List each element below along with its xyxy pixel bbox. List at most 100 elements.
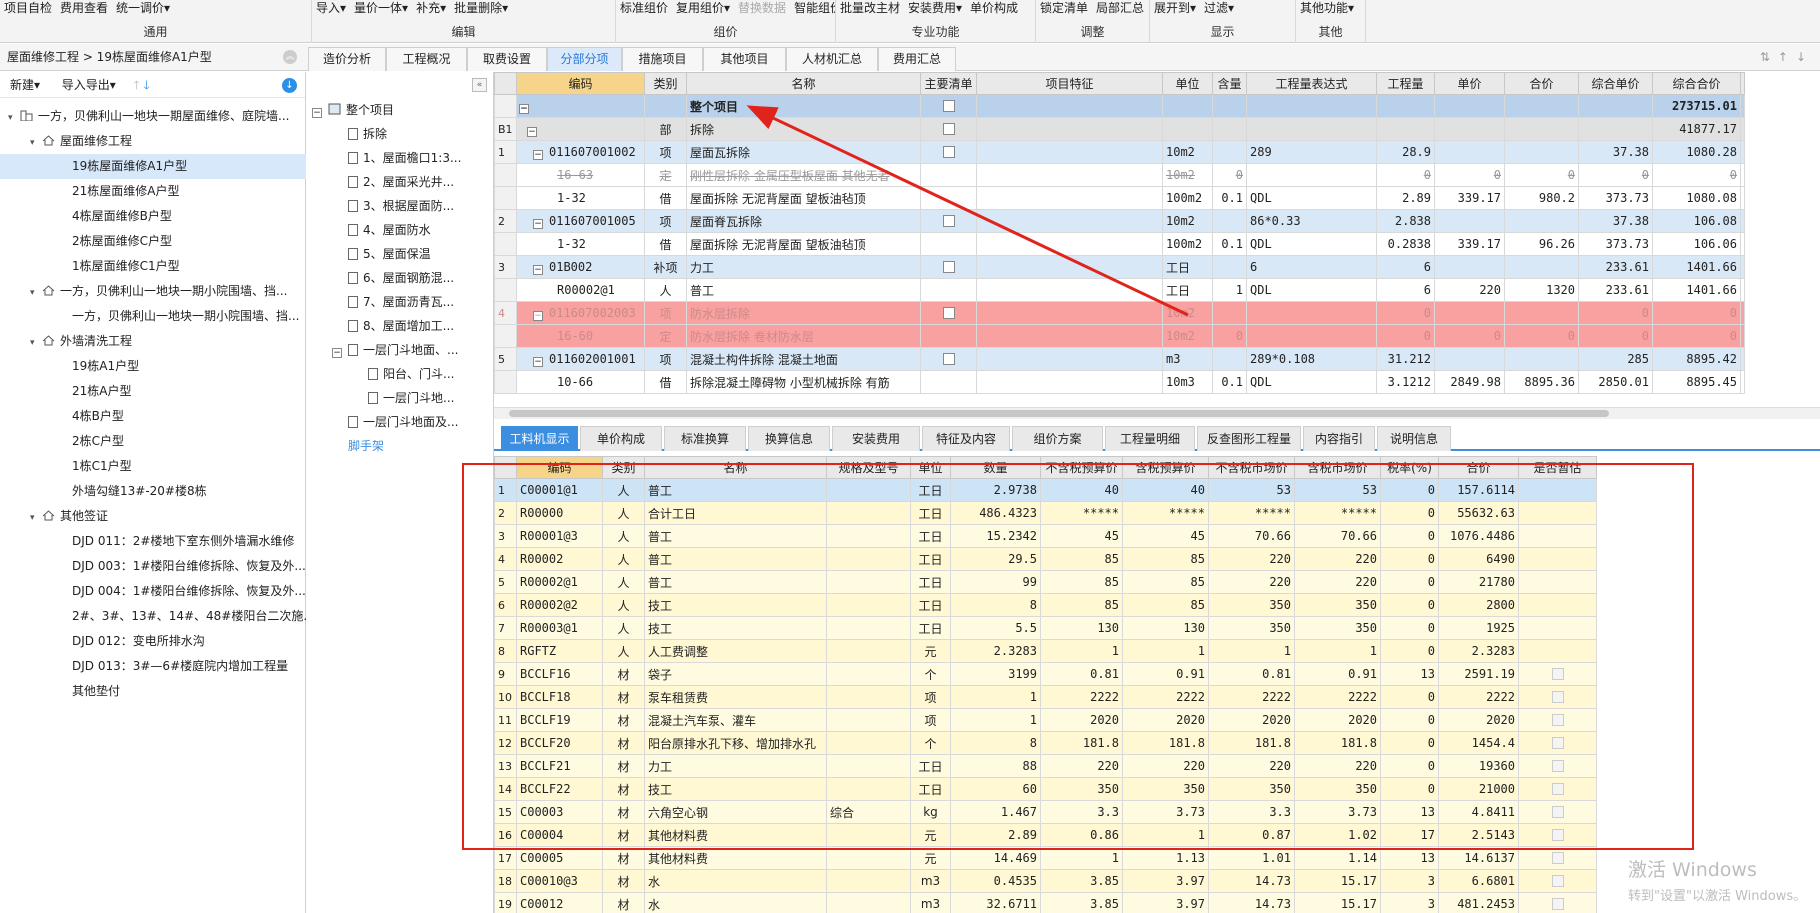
grid-cell[interactable]: 32.6711 — [950, 892, 1041, 913]
grid-cell[interactable]: 1 — [1040, 639, 1123, 663]
material-row[interactable]: 4 R00002 人普工 工日 29.5 85 85 220 220 0 6490 — [494, 547, 1597, 571]
grid-cell[interactable]: C00004 — [516, 823, 603, 847]
material-row[interactable]: 3 R00001@3 人普工 工日 15.2342 45 45 70.66 70.66 0 1076… — [494, 524, 1597, 548]
grid-cell[interactable]: R00002 — [516, 547, 603, 571]
grid-cell[interactable]: 0 — [1380, 478, 1439, 502]
grid-cell[interactable]: 3 — [1380, 892, 1439, 913]
grid-cell[interactable]: 材 — [602, 708, 645, 732]
estimate-checkbox[interactable] — [1551, 737, 1564, 749]
grid-cell[interactable]: 55632.63 — [1438, 501, 1519, 525]
expand-toggle-icon[interactable]: ▾ — [30, 506, 42, 529]
expand-toggle-icon[interactable]: ▾ — [30, 331, 42, 354]
grid-cell[interactable]: 工日 — [910, 501, 951, 525]
grid-cell[interactable]: 86*0.33 — [1246, 209, 1377, 233]
grid-cell[interactable]: 0 — [1380, 616, 1439, 640]
grid-cell[interactable]: 181.8 — [1208, 731, 1295, 755]
grid-cell[interactable]: 混凝土汽车泵、灌车 — [644, 708, 827, 732]
grid-cell[interactable] — [1518, 892, 1597, 913]
move-up-icon[interactable]: ↑ — [1778, 50, 1796, 64]
bill-row[interactable]: 16-63定刚性层拆除 金属压型板屋面 其他无者10m2000000建 — [494, 163, 1745, 187]
grid-cell[interactable]: 220 — [1208, 754, 1295, 778]
grid-cell[interactable]: 材 — [602, 754, 645, 778]
grid-cell[interactable] — [1376, 117, 1435, 141]
project-tree-item[interactable]: DJD 004：1#楼阳台维修拆除、恢复及外... — [0, 579, 306, 604]
grid-cell[interactable]: 元 — [910, 823, 951, 847]
grid-cell[interactable]: 2020 — [1040, 708, 1123, 732]
grid-cell[interactable]: R00002@2 — [516, 593, 603, 617]
grid-cell[interactable] — [644, 94, 687, 118]
grid-cell[interactable]: 2222 — [1438, 685, 1519, 709]
grid-cell[interactable]: 220 — [1434, 278, 1505, 302]
material-row[interactable]: 17 C00005 材其他材料费 元 14.469 1 1.13 1.01 1.14 13 14.6… — [494, 846, 1597, 870]
grid-cell[interactable]: 96.26 — [1504, 232, 1579, 256]
expand-toggle-icon[interactable]: ▾ — [30, 281, 42, 304]
grid-cell[interactable] — [976, 324, 1163, 348]
bottom-tab-7[interactable]: 组价方案 — [1012, 426, 1103, 451]
grid-cell[interactable]: 339.17 — [1434, 232, 1505, 256]
grid-cell[interactable] — [976, 186, 1163, 210]
grid-cell[interactable]: 材 — [602, 869, 645, 893]
grid-cell[interactable] — [826, 524, 911, 548]
column-header[interactable]: 合价 — [1438, 456, 1519, 479]
grid-cell[interactable]: 0 — [1380, 639, 1439, 663]
grid-cell[interactable] — [1518, 547, 1597, 571]
grid-cell[interactable]: 1080.08 — [1652, 186, 1741, 210]
grid-cell[interactable]: C00003 — [516, 800, 603, 824]
grid-cell[interactable] — [1212, 301, 1247, 325]
grid-cell[interactable] — [1212, 209, 1247, 233]
bill-row[interactable]: 1−011607001002 项屋面瓦拆除 10m2 289 28.9 37.38 1080… — [494, 140, 1745, 164]
grid-cell[interactable]: 0 — [1380, 777, 1439, 801]
grid-cell[interactable]: 材 — [602, 892, 645, 913]
grid-cell[interactable]: m3 — [1162, 347, 1213, 371]
grid-cell[interactable]: 工日 — [910, 593, 951, 617]
grid-cell[interactable]: 41877.17 — [1652, 117, 1741, 141]
grid-cell[interactable]: 工日 — [910, 777, 951, 801]
grid-cell[interactable] — [920, 278, 977, 302]
grid-cell[interactable] — [1212, 255, 1247, 279]
grid-cell[interactable]: 1454.4 — [1438, 731, 1519, 755]
grid-cell[interactable]: 10m2 — [1162, 324, 1213, 348]
grid-cell[interactable] — [826, 662, 911, 686]
grid-cell[interactable]: 181.8 — [1122, 731, 1209, 755]
section-tree-item[interactable]: 7、屋面沥青瓦... — [306, 290, 492, 314]
code-cell[interactable]: R00002@1 — [516, 278, 645, 302]
collapse-toggle-icon[interactable]: − — [312, 108, 322, 118]
grid-cell[interactable] — [976, 232, 1163, 256]
project-tree-item[interactable]: ▾ 一方，贝佛利山一地块一期小院围墙、挡... — [0, 279, 306, 304]
grid-cell[interactable]: 项 — [644, 301, 687, 325]
estimate-checkbox[interactable] — [1551, 668, 1564, 680]
bottom-tab-6[interactable]: 特征及内容 — [922, 426, 1010, 451]
grid-cell[interactable]: 21780 — [1438, 570, 1519, 594]
grid-cell[interactable]: 1080.28 — [1652, 140, 1741, 164]
grid-cell[interactable]: 1.14 — [1294, 846, 1381, 870]
estimate-checkbox[interactable] — [1551, 829, 1564, 841]
bill-row[interactable]: − 整个项目 273715.01 — [494, 94, 1745, 118]
grid-cell[interactable]: 0 — [1380, 754, 1439, 778]
grid-cell[interactable]: 350 — [1040, 777, 1123, 801]
grid-cell[interactable]: 0 — [1578, 301, 1653, 325]
grid-cell[interactable] — [976, 94, 1163, 118]
grid-cell[interactable]: 工日 — [1162, 255, 1213, 279]
grid-cell[interactable] — [826, 846, 911, 870]
grid-cell[interactable]: 材 — [602, 800, 645, 824]
section-tree-item[interactable]: 2、屋面采光井... — [306, 170, 492, 194]
main-list-checkbox[interactable] — [942, 100, 955, 112]
grid-cell[interactable]: 289 — [1246, 140, 1377, 164]
grid-cell[interactable]: 40 — [1122, 478, 1209, 502]
grid-cell[interactable]: R00001@3 — [516, 524, 603, 548]
grid-cell[interactable]: 泵车租赁费 — [644, 685, 827, 709]
grid-cell[interactable]: 屋面瓦拆除 — [686, 140, 921, 164]
grid-cell[interactable] — [1518, 754, 1597, 778]
grid-cell[interactable]: 材 — [602, 662, 645, 686]
grid-cell[interactable]: 1.13 — [1122, 846, 1209, 870]
project-tree-item[interactable]: 4栋屋面维修B户型 — [0, 204, 306, 229]
column-header[interactable]: 规格及型号 — [826, 456, 911, 479]
collapse-toggle-icon[interactable]: − — [533, 310, 543, 321]
grid-cell[interactable]: m3 — [910, 892, 951, 913]
grid-cell[interactable] — [1212, 117, 1247, 141]
project-tree-item[interactable]: DJD 012：变电所排水沟 — [0, 629, 306, 654]
material-row[interactable]: 14 BCCLF22 材技工 工日 60 350 350 350 350 0 21000 — [494, 777, 1597, 801]
collapse-panel-icon[interactable]: « — [472, 78, 487, 92]
grid-cell[interactable]: 2.89 — [1376, 186, 1435, 210]
grid-cell[interactable]: 元 — [910, 846, 951, 870]
